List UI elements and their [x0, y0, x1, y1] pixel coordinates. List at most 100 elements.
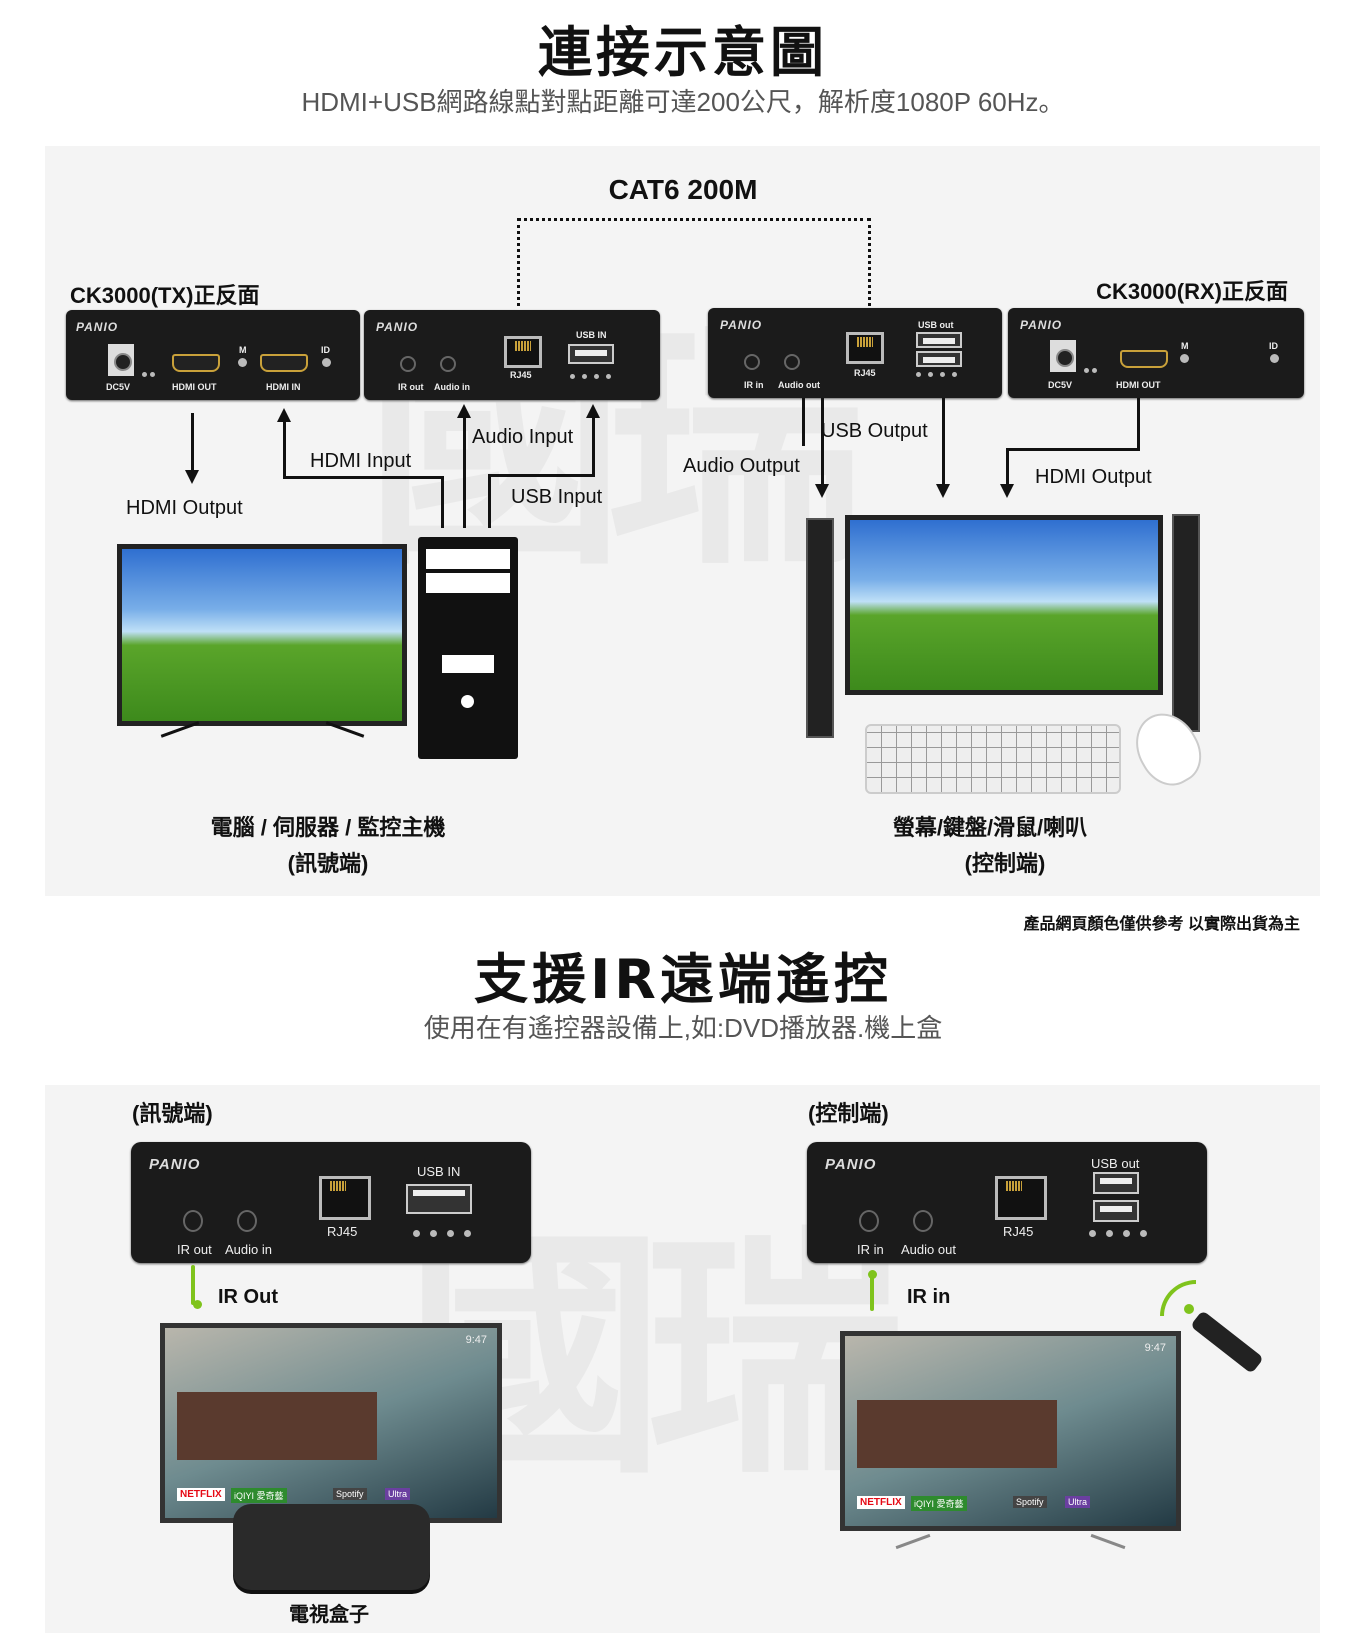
decoration [426, 573, 510, 593]
tx-label: CK3000(TX)正反面 [70, 283, 260, 308]
keyboard-image [865, 724, 1121, 794]
source-caption-sub: (訊號端) [287, 851, 369, 876]
decoration [744, 354, 760, 370]
label: PANIO [720, 318, 763, 332]
decoration [952, 372, 957, 377]
label: NETFLIX [177, 1488, 225, 1501]
decoration [1089, 1230, 1096, 1237]
right-heading: (控制端) [808, 1101, 889, 1126]
tx-back-panel: PANIO USB IN RJ45 IR out Audio in [364, 310, 660, 400]
label: RJ45 [327, 1224, 358, 1239]
label: Audio out [901, 1242, 956, 1257]
decoration [1123, 1230, 1130, 1237]
ir-out-label: IR Out [218, 1286, 278, 1308]
label: IR out [398, 382, 424, 392]
decoration [942, 398, 945, 486]
ir-in-cable [870, 1275, 874, 1311]
usb-output-label: USB Output [821, 420, 928, 442]
hdmi-output-left-label: HDMI Output [126, 497, 243, 519]
label: PANIO [376, 320, 419, 334]
cable-label: CAT6 200M [608, 174, 758, 205]
label: PANIO [825, 1156, 877, 1173]
ir-title: 支援IR遠端遙控 [474, 948, 892, 1011]
decoration [400, 356, 416, 372]
decoration [237, 1210, 257, 1232]
label: DC5V [106, 382, 131, 392]
decoration [606, 374, 611, 379]
rx-label: CK3000(RX)正反面 [1096, 279, 1288, 304]
decoration [995, 1176, 1047, 1220]
decoration [1093, 1172, 1139, 1194]
monitor-image [117, 544, 407, 726]
label: Audio in [225, 1242, 272, 1257]
decoration [1180, 354, 1189, 363]
label: M [1181, 341, 1189, 351]
decoration [592, 416, 595, 476]
label: HDMI OUT [1116, 380, 1161, 390]
page-title: 連接示意圖 [538, 21, 828, 84]
decoration [916, 332, 962, 348]
decoration [177, 1392, 377, 1460]
label: 9:47 [465, 1334, 487, 1346]
decoration [815, 484, 829, 498]
computer-tower-image [418, 537, 518, 759]
decoration [406, 1184, 472, 1214]
decoration [191, 413, 194, 473]
color-disclaimer: 產品網頁顏色僅供參考 以實際出貨為主 [1023, 916, 1300, 933]
decoration [913, 1210, 933, 1232]
label: Ultra [385, 1488, 411, 1500]
decoration [488, 474, 491, 528]
left-heading: (訊號端) [132, 1101, 213, 1126]
usb-input-label: USB Input [511, 486, 603, 508]
label: Spotify [333, 1488, 367, 1500]
decoration [193, 1300, 202, 1309]
decoration [916, 351, 962, 367]
decoration [857, 1400, 1057, 1468]
cat6-cable-line [517, 218, 871, 306]
sink-caption: 螢幕/鍵盤/滑鼠/喇叭 [892, 815, 1088, 840]
ir-in-label: IR in [907, 1286, 951, 1308]
decoration [1106, 1230, 1113, 1237]
decoration [183, 1210, 203, 1232]
decoration [802, 398, 805, 446]
decoration [868, 1270, 877, 1279]
decoration [1084, 368, 1089, 373]
audio-input-label: Audio Input [472, 426, 574, 448]
decoration [1006, 448, 1140, 451]
label: Audio out [778, 380, 820, 390]
label: RJ45 [854, 368, 876, 378]
decoration [430, 1230, 437, 1237]
decoration [916, 372, 921, 377]
decoration [594, 374, 599, 379]
tv-box-image [233, 1504, 430, 1590]
label: HDMI IN [266, 382, 301, 392]
tv-box-caption: 電視盒子 [289, 1604, 369, 1626]
decoration [1137, 398, 1140, 450]
decoration [1006, 448, 1009, 486]
label: USB IN [417, 1164, 461, 1179]
decoration [447, 1230, 454, 1237]
source-caption: 電腦 / 伺服器 / 監控主機 [210, 815, 446, 840]
rj45-port [504, 336, 542, 368]
decoration [846, 332, 884, 364]
decoration [928, 372, 933, 377]
decoration [1092, 368, 1097, 373]
label: PANIO [149, 1156, 201, 1173]
label: 9:47 [1144, 1342, 1166, 1354]
label: HDMI OUT [172, 382, 217, 392]
hdmi-out-port [172, 354, 220, 372]
label: NETFLIX [857, 1496, 905, 1509]
label: RJ45 [1003, 1224, 1034, 1239]
label: DC5V [1048, 380, 1073, 390]
tv-right: 9:47 NETFLIX iQIYI 愛奇藝 Spotify Ultra [840, 1331, 1181, 1531]
dc-jack [108, 344, 134, 376]
page-subtitle: HDMI+USB網路線點對點距離可達200公尺，解析度1080P 60Hz。 [301, 87, 1065, 117]
ir-right-device: PANIO USB out RJ45 IR in Audio out [807, 1142, 1207, 1263]
ir-subtitle: 使用在有遙控器設備上,如:DVD播放器.機上盒 [423, 1013, 943, 1043]
label: Spotify [1013, 1496, 1047, 1508]
decoration [1000, 484, 1014, 498]
label: M [239, 345, 247, 355]
decoration [283, 420, 286, 478]
label: ID [1269, 341, 1278, 351]
speaker-left [806, 518, 834, 738]
